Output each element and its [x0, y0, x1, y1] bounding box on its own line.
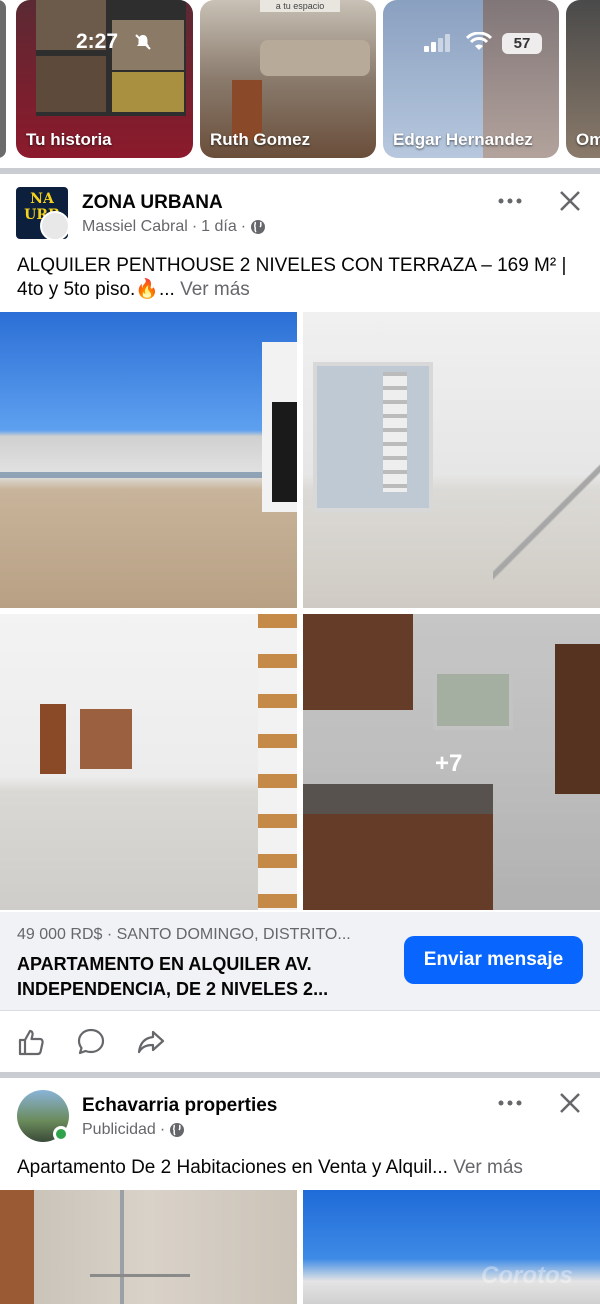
story-card-ruth-gomez[interactable]: a tu espacio Ruth Gomez: [200, 0, 376, 158]
page-name[interactable]: Echavarria properties: [82, 1095, 277, 1117]
comment-icon[interactable]: [76, 1027, 106, 1057]
photo-terrace[interactable]: [0, 312, 297, 608]
listing-price-location: 49 000 RD$ · SANTO DOMINGO, DISTRITO...: [17, 926, 351, 943]
post-actions: [0, 1010, 600, 1072]
status-time: 2:27: [76, 30, 119, 53]
author-name[interactable]: Massiel Cabral: [82, 218, 188, 236]
window-grille: [383, 372, 407, 492]
story-card-partial[interactable]: [0, 0, 6, 158]
globe-icon: [251, 220, 266, 234]
story-label: Ruth Gomez: [210, 130, 311, 149]
story-card-edgar-hernandez[interactable]: Edgar Hernandez: [383, 0, 559, 158]
meta-dot: ·: [191, 218, 198, 235]
wooden-stairs: [258, 614, 297, 910]
post-body: ALQUILER PENTHOUSE 2 NIVELES CON TERRAZA…: [17, 255, 567, 300]
listing-bar[interactable]: 49 000 RD$ · SANTO DOMINGO, DISTRITO... …: [0, 912, 600, 1010]
post-echavarria: Echavarria properties Publicidad · Apart…: [0, 1078, 600, 1304]
meta-dot: ·: [159, 1121, 166, 1138]
sliding-door: [313, 362, 433, 512]
photo-kitchen[interactable]: +7: [303, 614, 600, 910]
story-label: Edgar Hernandez: [393, 130, 533, 149]
share-icon[interactable]: [136, 1027, 166, 1057]
close-icon[interactable]: [555, 1088, 585, 1118]
post-text: ALQUILER PENTHOUSE 2 NIVELES CON TERRAZA…: [17, 254, 587, 302]
story-overlay-text: a tu espacio: [260, 0, 340, 12]
meta-dot: ·: [240, 218, 247, 235]
story-image-sofa: [260, 40, 370, 76]
collage-photo: [112, 72, 184, 112]
city-skyline: [0, 472, 297, 478]
shower-glass-edge: [120, 1190, 124, 1304]
story-card-your-story[interactable]: Tu historia: [16, 0, 193, 158]
door-frame: [0, 1190, 34, 1304]
story-label: Tu historia: [26, 130, 112, 149]
globe-icon: [170, 1123, 185, 1137]
story-label: Om: [576, 130, 600, 149]
corotos-watermark: Corotos: [481, 1262, 573, 1289]
photo-exterior[interactable]: Corotos: [303, 1190, 600, 1304]
photo-bathroom[interactable]: [0, 1190, 297, 1304]
kitchen-cabinets: [80, 709, 132, 769]
collage-photo: [36, 56, 106, 112]
page-name[interactable]: ZONA URBANA: [82, 192, 223, 214]
towel-bar: [90, 1274, 190, 1277]
doorway: [272, 402, 297, 502]
page-avatar[interactable]: NA URB: [16, 187, 68, 239]
battery-indicator: 57: [502, 33, 542, 54]
see-more-link[interactable]: Ver más: [180, 279, 250, 300]
photo-open-space[interactable]: [0, 614, 297, 910]
story-card-partial-right[interactable]: Om: [566, 0, 600, 158]
wifi-icon: [466, 32, 492, 50]
online-status-dot: [53, 1126, 69, 1142]
door: [40, 704, 66, 774]
author-avatar: [40, 211, 68, 239]
post-text: Apartamento De 2 Habitaciones en Venta y…: [17, 1156, 597, 1180]
more-options-icon[interactable]: [495, 186, 525, 216]
more-photos-count[interactable]: +7: [435, 750, 462, 778]
post-meta: Massiel Cabral · 1 día ·: [82, 218, 266, 236]
sponsored-label: Publicidad: [82, 1121, 156, 1138]
post-body: Apartamento De 2 Habitaciones en Venta y…: [17, 1157, 448, 1178]
send-message-button[interactable]: Enviar mensaje: [404, 936, 583, 984]
post-time[interactable]: 1 día: [201, 218, 237, 236]
see-more-link[interactable]: Ver más: [453, 1157, 523, 1178]
post-meta: Publicidad ·: [82, 1121, 185, 1139]
more-options-icon[interactable]: [495, 1088, 525, 1118]
like-icon[interactable]: [16, 1027, 46, 1057]
listing-title: APARTAMENTO EN ALQUILER AV. INDEPENDENCI…: [17, 954, 329, 999]
stair-railing: [493, 452, 600, 608]
photo-living-room[interactable]: [303, 312, 600, 608]
stories-strip: Tu historia a tu espacio Ruth Gomez Edga…: [0, 0, 600, 168]
silent-bell-icon: [135, 34, 151, 50]
close-icon[interactable]: [555, 186, 585, 216]
cellular-signal-icon: [424, 34, 450, 52]
